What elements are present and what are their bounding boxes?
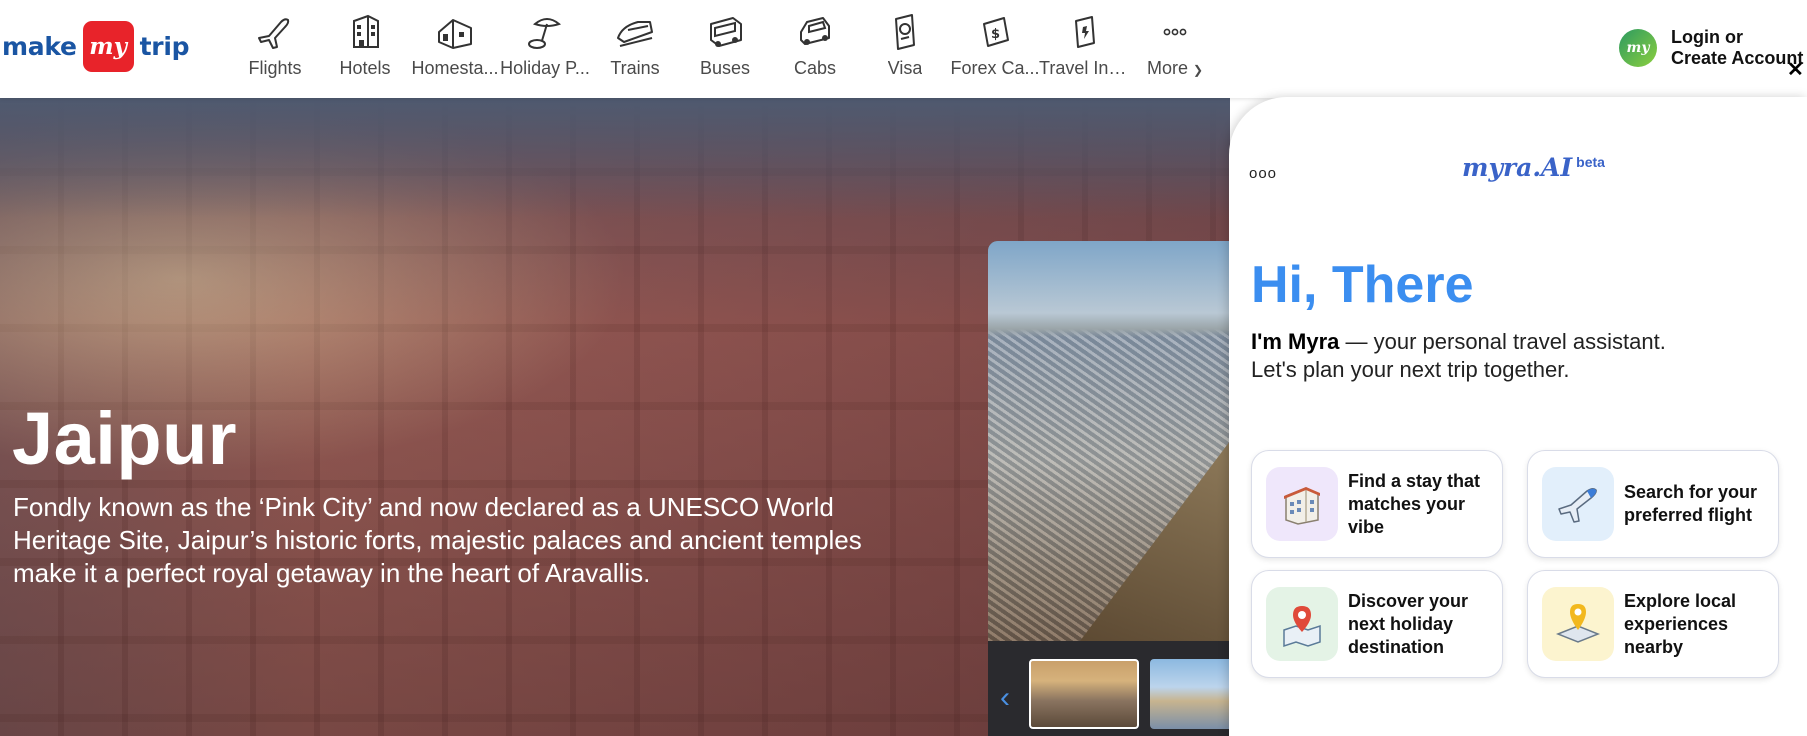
nav-label: Hotels xyxy=(339,58,391,78)
card-text: Discover your next holiday destination xyxy=(1348,590,1469,657)
top-header: make my trip Flights Hotels Homesta... H… xyxy=(0,0,1807,98)
myra-assistant-panel: ooo myra.AI beta Hi, There I'm Myra — you… xyxy=(1229,97,1807,736)
gallery-thumbnail[interactable] xyxy=(1029,659,1139,729)
greeting-title: Hi, There xyxy=(1251,256,1474,314)
cab-icon xyxy=(793,12,837,52)
more-label: More xyxy=(1146,58,1188,78)
login-line-2: Create Account xyxy=(1671,48,1804,68)
chevron-down-icon: ❯ xyxy=(1192,63,1204,77)
more-icon xyxy=(1153,12,1197,52)
suggestion-card-holiday[interactable]: Discover your next holiday destination xyxy=(1251,570,1503,678)
train-icon xyxy=(613,12,657,52)
gallery-thumbnail[interactable] xyxy=(1150,659,1230,729)
nav-item-buses[interactable]: Buses xyxy=(680,0,770,98)
nav-item-travel-insurance[interactable]: Travel Ins... xyxy=(1039,0,1131,98)
nav-item-cabs[interactable]: Cabs xyxy=(770,0,860,98)
hotel-icon xyxy=(343,12,387,52)
myra-logo-text: myra.AI xyxy=(1462,153,1573,182)
nav-item-trains[interactable]: Trains xyxy=(590,0,680,98)
nav-label: Trains xyxy=(610,58,660,78)
card-text: Explore local experiences nearby xyxy=(1624,590,1737,657)
flight-icon xyxy=(253,12,297,52)
holiday-package-icon xyxy=(523,12,567,52)
nav-label: Forex Ca... xyxy=(950,58,1040,78)
airplane-icon xyxy=(1542,467,1614,541)
intro-rest: — your personal travel assistant. xyxy=(1339,329,1666,354)
visa-icon xyxy=(883,12,927,52)
nav-label: Travel Ins... xyxy=(1039,58,1131,78)
nav-label: Buses xyxy=(699,58,751,78)
nav-item-holiday-packages[interactable]: Holiday P... xyxy=(500,0,590,98)
travel-insurance-icon xyxy=(1063,12,1107,52)
nav-label: Cabs xyxy=(793,58,837,78)
login-line-1: Login or xyxy=(1671,27,1743,47)
hero-banner: Jaipur Fondly known as the ‘Pink City’ a… xyxy=(0,98,1230,736)
nav-item-homestays[interactable]: Homesta... xyxy=(410,0,500,98)
nav-item-more[interactable]: More ❯ xyxy=(1130,0,1220,98)
nav-label: Visa xyxy=(887,58,923,78)
forex-card-icon: $ xyxy=(973,12,1017,52)
hero-title: Jaipur xyxy=(12,397,238,480)
menu-dots-icon[interactable]: ooo xyxy=(1249,165,1277,182)
homestay-icon xyxy=(433,12,477,52)
logo-text-make: make xyxy=(2,31,77,61)
nav-item-flights[interactable]: Flights xyxy=(230,0,320,98)
card-text: Search for your preferred flight xyxy=(1624,482,1758,525)
makemytrip-logo[interactable]: make my trip xyxy=(2,20,189,72)
map-pin-icon xyxy=(1266,587,1338,661)
gallery-hill-shape xyxy=(1080,441,1230,641)
nav-label-more: More ❯ xyxy=(1147,58,1203,79)
gallery-main-image[interactable] xyxy=(988,241,1230,641)
nav-label: Holiday P... xyxy=(500,58,590,78)
login-text: Login or Create Account xyxy=(1671,27,1803,69)
logo-text-trip: trip xyxy=(139,31,190,61)
nav-label: Flights xyxy=(248,58,302,78)
hero-description: Fondly known as the ‘Pink City’ and now … xyxy=(13,492,862,588)
intro-text: I'm Myra — your personal travel assistan… xyxy=(1251,328,1666,384)
logo-badge-my: my xyxy=(82,20,134,72)
suggestion-card-experiences[interactable]: Explore local experiences nearby xyxy=(1527,570,1779,678)
intro-line-2: Let's plan your next trip together. xyxy=(1251,357,1570,382)
suggestion-card-stay[interactable]: Find a stay that matches your vibe xyxy=(1251,450,1503,558)
nav-item-visa[interactable]: Visa xyxy=(860,0,950,98)
card-text: Find a stay that matches your vibe xyxy=(1348,470,1481,537)
suggestion-card-flight[interactable]: Search for your preferred flight xyxy=(1527,450,1779,558)
nav-item-forex-card[interactable]: $ Forex Ca... xyxy=(950,0,1040,98)
image-gallery: ‹ xyxy=(988,241,1230,736)
hero-sky-overlay xyxy=(0,98,1230,218)
svg-text:$: $ xyxy=(991,27,1000,42)
login-button[interactable]: my Login or Create Account xyxy=(1619,27,1803,69)
beta-badge: beta xyxy=(1576,153,1605,170)
bus-icon xyxy=(703,12,747,52)
myra-logo: myra.AI beta xyxy=(1462,153,1605,182)
close-icon[interactable]: ✕ xyxy=(1787,60,1804,80)
location-pin-icon xyxy=(1542,587,1614,661)
chevron-left-icon[interactable]: ‹ xyxy=(1000,681,1010,715)
main-nav: Flights Hotels Homesta... Holiday P... T… xyxy=(230,0,1220,98)
hotel-building-icon xyxy=(1266,467,1338,541)
nav-item-hotels[interactable]: Hotels xyxy=(320,0,410,98)
nav-label: Homesta... xyxy=(411,58,499,78)
avatar: my xyxy=(1619,29,1657,67)
intro-line-1: I'm Myra — your personal travel assistan… xyxy=(1251,328,1666,356)
intro-bold: I'm Myra xyxy=(1251,329,1340,354)
